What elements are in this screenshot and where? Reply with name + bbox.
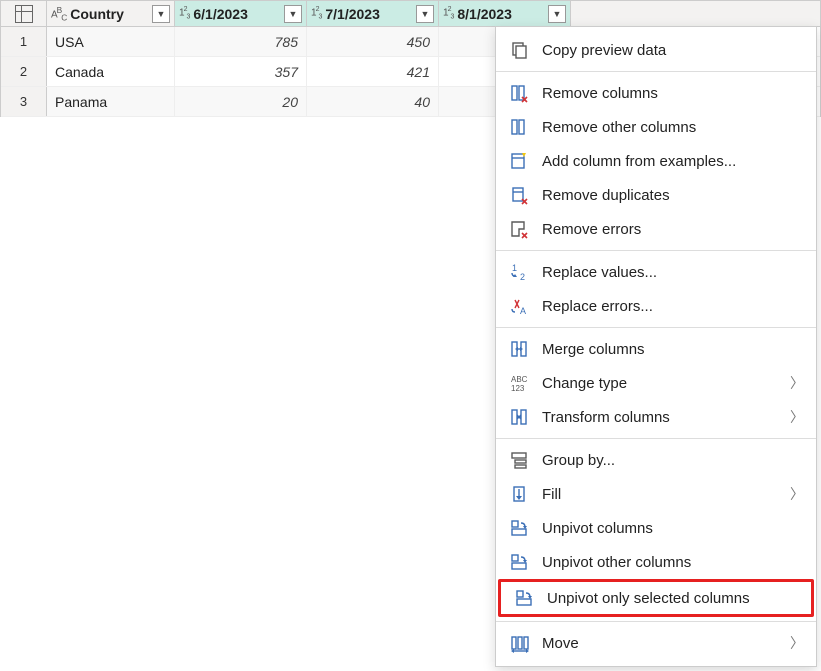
- chevron-right-icon: 〉: [790, 407, 804, 427]
- change-type-icon: ABC123: [508, 372, 530, 394]
- menu-label: Replace errors...: [542, 298, 804, 315]
- group-by-icon: [508, 449, 530, 471]
- unpivot-columns-icon: [508, 517, 530, 539]
- menu-item-fill[interactable]: Fill 〉: [496, 477, 816, 511]
- column-header-date3[interactable]: 123 8/1/2023 ▼: [439, 1, 571, 26]
- svg-text:ABC: ABC: [511, 375, 528, 384]
- column-filter-dropdown[interactable]: ▼: [416, 5, 434, 23]
- menu-label: Remove errors: [542, 221, 804, 238]
- context-menu: Copy preview data Remove columns Remove …: [495, 26, 817, 667]
- column-filter-dropdown[interactable]: ▼: [152, 5, 170, 23]
- menu-item-merge-columns[interactable]: Merge columns: [496, 332, 816, 366]
- svg-text:1: 1: [512, 263, 517, 273]
- column-header-label: 8/1/2023: [457, 6, 548, 22]
- menu-item-unpivot-only-selected-columns[interactable]: Unpivot only selected columns: [501, 582, 811, 614]
- type-text-icon: ABC: [51, 5, 66, 22]
- menu-label: Move: [542, 635, 790, 652]
- menu-item-unpivot-other-columns[interactable]: Unpivot other columns: [496, 545, 816, 579]
- svg-text:123: 123: [511, 384, 525, 393]
- menu-label: Unpivot columns: [542, 520, 804, 537]
- menu-label: Group by...: [542, 452, 804, 469]
- chevron-right-icon: 〉: [790, 633, 804, 653]
- cell-value[interactable]: 357: [175, 57, 307, 86]
- menu-label: Copy preview data: [542, 42, 804, 59]
- menu-label: Fill: [542, 486, 790, 503]
- menu-label: Transform columns: [542, 409, 790, 426]
- transform-columns-icon: [508, 406, 530, 428]
- cell-value[interactable]: 421: [307, 57, 439, 86]
- cell-value[interactable]: 40: [307, 87, 439, 116]
- menu-separator: [496, 438, 816, 439]
- merge-columns-icon: [508, 338, 530, 360]
- chevron-right-icon: 〉: [790, 373, 804, 393]
- menu-label: Add column from examples...: [542, 153, 804, 170]
- replace-values-icon: 12: [508, 261, 530, 283]
- row-number: 3: [1, 87, 47, 116]
- svg-text:2: 2: [520, 272, 525, 282]
- remove-duplicates-icon: [508, 184, 530, 206]
- menu-item-replace-errors[interactable]: A Replace errors...: [496, 289, 816, 323]
- menu-separator: [496, 71, 816, 72]
- chevron-right-icon: 〉: [790, 484, 804, 504]
- column-header-date2[interactable]: 123 7/1/2023 ▼: [307, 1, 439, 26]
- menu-item-remove-columns[interactable]: Remove columns: [496, 76, 816, 110]
- menu-label: Remove columns: [542, 85, 804, 102]
- menu-label: Change type: [542, 375, 790, 392]
- row-number: 2: [1, 57, 47, 86]
- menu-label: Remove duplicates: [542, 187, 804, 204]
- column-header-label: Country: [70, 6, 152, 22]
- menu-separator: [496, 327, 816, 328]
- column-header-date1[interactable]: 123 6/1/2023 ▼: [175, 1, 307, 26]
- table-icon: [15, 5, 33, 23]
- row-number: 1: [1, 27, 47, 56]
- cell-value[interactable]: 450: [307, 27, 439, 56]
- cell-value[interactable]: 785: [175, 27, 307, 56]
- menu-item-remove-errors[interactable]: Remove errors: [496, 212, 816, 246]
- copy-icon: [508, 39, 530, 61]
- add-column-examples-icon: [508, 150, 530, 172]
- menu-item-replace-values[interactable]: 12 Replace values...: [496, 255, 816, 289]
- menu-item-transform-columns[interactable]: Transform columns 〉: [496, 400, 816, 434]
- menu-item-group-by[interactable]: Group by...: [496, 443, 816, 477]
- menu-item-unpivot-columns[interactable]: Unpivot columns: [496, 511, 816, 545]
- menu-label: Unpivot other columns: [542, 554, 804, 571]
- type-number-icon: 123: [311, 6, 321, 20]
- menu-item-remove-other-columns[interactable]: Remove other columns: [496, 110, 816, 144]
- type-number-icon: 123: [179, 6, 189, 20]
- remove-errors-icon: [508, 218, 530, 240]
- menu-item-add-column-from-examples[interactable]: Add column from examples...: [496, 144, 816, 178]
- menu-label: Merge columns: [542, 341, 804, 358]
- move-icon: [508, 632, 530, 654]
- type-number-icon: 123: [443, 6, 453, 20]
- svg-text:A: A: [520, 306, 526, 316]
- menu-separator: [496, 621, 816, 622]
- column-header-country[interactable]: ABC Country ▼: [47, 1, 175, 26]
- cell-country[interactable]: USA: [47, 27, 175, 56]
- cell-country[interactable]: Panama: [47, 87, 175, 116]
- replace-errors-icon: A: [508, 295, 530, 317]
- cell-value[interactable]: 20: [175, 87, 307, 116]
- remove-columns-icon: [508, 82, 530, 104]
- menu-item-change-type[interactable]: ABC123 Change type 〉: [496, 366, 816, 400]
- column-header-label: 6/1/2023: [193, 6, 284, 22]
- fill-icon: [508, 483, 530, 505]
- column-filter-dropdown[interactable]: ▼: [548, 5, 566, 23]
- unpivot-other-columns-icon: [508, 551, 530, 573]
- unpivot-selected-icon: [513, 587, 535, 609]
- menu-label: Unpivot only selected columns: [547, 590, 799, 607]
- highlighted-menu-item: Unpivot only selected columns: [498, 579, 814, 617]
- menu-item-move[interactable]: Move 〉: [496, 626, 816, 660]
- column-filter-dropdown[interactable]: ▼: [284, 5, 302, 23]
- cell-country[interactable]: Canada: [47, 57, 175, 86]
- menu-label: Remove other columns: [542, 119, 804, 136]
- remove-other-columns-icon: [508, 116, 530, 138]
- column-header-label: 7/1/2023: [325, 6, 416, 22]
- table-header-row: ABC Country ▼ 123 6/1/2023 ▼ 123 7/1/202…: [1, 1, 820, 27]
- menu-item-remove-duplicates[interactable]: Remove duplicates: [496, 178, 816, 212]
- table-select-all[interactable]: [1, 1, 47, 26]
- menu-item-copy-preview-data[interactable]: Copy preview data: [496, 33, 816, 67]
- menu-label: Replace values...: [542, 264, 804, 281]
- menu-separator: [496, 250, 816, 251]
